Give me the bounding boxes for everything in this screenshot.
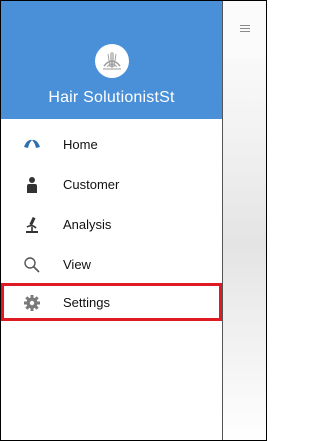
navigation-drawer: Hair SolutionistSt Home Customer Analysi…: [1, 1, 223, 440]
home-icon: [23, 136, 41, 154]
gear-icon: [23, 294, 41, 312]
menu-item-label: Settings: [63, 295, 110, 310]
microscope-icon: [23, 216, 41, 234]
drawer-header: Hair SolutionistSt: [1, 1, 222, 119]
person-icon: [23, 176, 41, 194]
app-title: Hair SolutionistSt: [48, 89, 175, 106]
menu-item-label: Analysis: [63, 217, 112, 232]
menu-item-label: Home: [63, 137, 98, 152]
menu-icon[interactable]: [240, 25, 250, 33]
search-icon: [23, 256, 41, 274]
menu-item-view[interactable]: View: [1, 245, 222, 283]
menu-item-analysis[interactable]: Analysis: [1, 205, 222, 243]
menu-item-home[interactable]: Home: [1, 125, 222, 163]
background-content: [223, 1, 266, 440]
app-logo: [95, 44, 129, 78]
menu-item-customer[interactable]: Customer: [1, 165, 222, 203]
menu-item-settings[interactable]: Settings: [1, 283, 222, 321]
menu-item-label: Customer: [63, 177, 120, 192]
menu-item-label: View: [63, 257, 91, 272]
app-window: Hair SolutionistSt Home Customer Analysi…: [0, 0, 267, 441]
